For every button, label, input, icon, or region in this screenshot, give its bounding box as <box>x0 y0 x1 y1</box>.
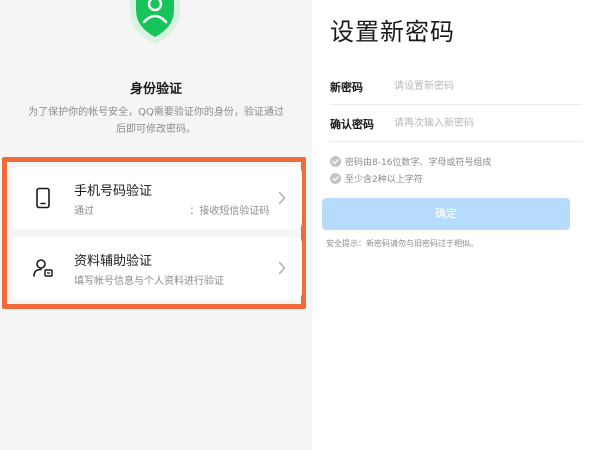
verification-description: 为了保护你的帐号安全，QQ需要验证你的身份，验证通过后即可修改密码。 <box>28 107 284 135</box>
check-circle-icon <box>330 173 341 184</box>
option-subtitle: 填写帐号信息与个人资料进行验证 <box>74 276 224 287</box>
page-title: 设置新密码 <box>330 18 455 46</box>
option-title: 资料辅助验证 <box>74 254 153 269</box>
option-subtitle: 通过 ：接收短信验证码 <box>74 206 270 217</box>
profile-verification-option[interactable]: 资料辅助验证 填写帐号信息与个人资料进行验证 <box>12 237 302 299</box>
rule-text: 至少含2种以上字符 <box>345 175 423 185</box>
set-new-password-panel: 设置新密码 新密码 确认密码 密码由8-16位数字、字母或符号组成 至少含2种以… <box>312 0 600 450</box>
confirm-password-input[interactable] <box>394 113 579 133</box>
confirm-button[interactable]: 确定 <box>322 198 570 230</box>
rule-text: 密码由8-16位数字、字母或符号组成 <box>345 158 492 168</box>
page-title: 身份验证 <box>129 82 182 97</box>
chevron-right-icon <box>278 191 286 205</box>
confirm-password-label: 确认密码 <box>330 118 374 131</box>
new-password-label: 新密码 <box>330 81 363 94</box>
identity-verification-panel: 身份验证 为了保护你的帐号安全，QQ需要验证你的身份，验证通过后即可修改密码。 … <box>0 0 312 450</box>
user-profile-icon <box>33 259 53 277</box>
shield-user-icon <box>130 0 180 44</box>
chevron-right-icon <box>278 261 286 275</box>
phone-icon <box>36 187 50 209</box>
confirm-password-row: 确认密码 <box>330 105 582 142</box>
new-password-input[interactable] <box>394 76 579 96</box>
phone-verification-option[interactable]: 手机号码验证 通过 ：接收短信验证码 <box>12 167 302 229</box>
option-title: 手机号码验证 <box>74 184 153 199</box>
security-tip: 安全提示：新密码请勿与旧密码过于相似。 <box>326 239 478 248</box>
new-password-row: 新密码 <box>330 68 582 105</box>
check-circle-icon <box>330 156 341 167</box>
